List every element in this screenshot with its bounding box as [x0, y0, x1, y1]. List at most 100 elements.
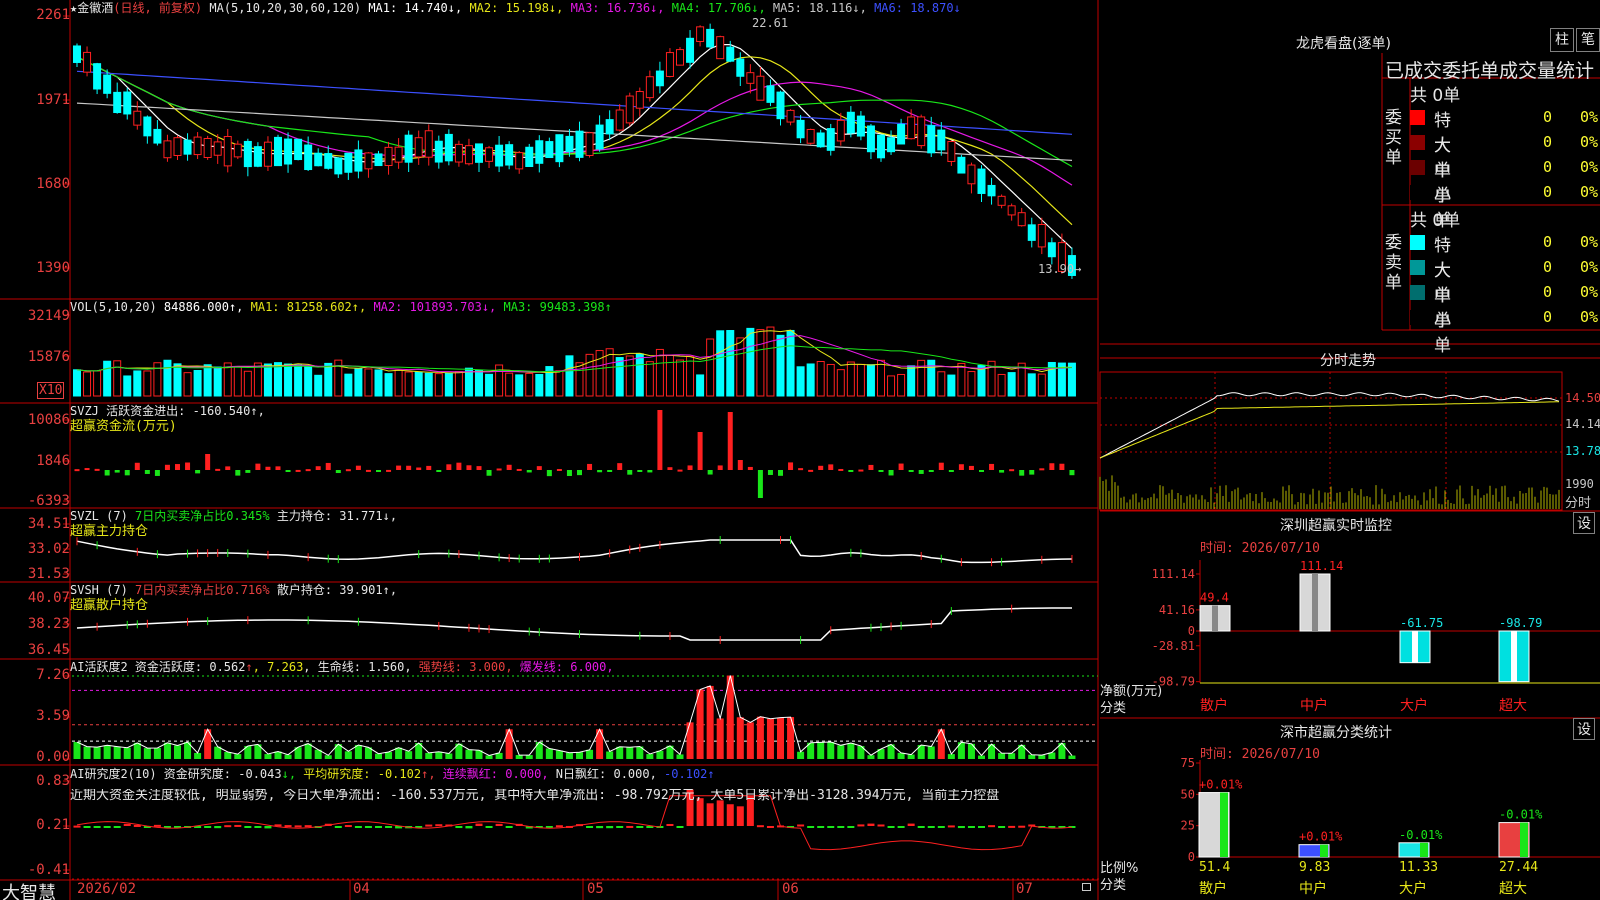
activity-bar: [626, 747, 634, 759]
flow-bar: [426, 465, 432, 470]
activity-bar: [143, 748, 151, 759]
candle-body: [756, 75, 765, 101]
candle-body: [1027, 224, 1036, 241]
classify-category-label: 分类: [1100, 878, 1127, 893]
y-tick: 36.45: [27, 642, 70, 658]
candle-body: [83, 51, 92, 73]
volume-bar: [897, 373, 906, 397]
intraday-y-tick: 13.78: [1565, 444, 1600, 458]
research-bar: [485, 826, 493, 828]
candle-body: [1037, 224, 1046, 248]
monitor-bar-highlight: [1412, 631, 1418, 663]
flow-bar: [808, 469, 814, 472]
order-count: 0: [1543, 108, 1553, 126]
volume-bar: [585, 353, 594, 397]
y-tick: 38.23: [27, 616, 70, 632]
volume-bar: [575, 362, 584, 397]
volume-bar: [676, 359, 684, 397]
monitor-settings-button[interactable]: 设: [1573, 512, 1595, 534]
tick-mode-button[interactable]: 笔: [1576, 28, 1600, 52]
order-count: 0: [1543, 158, 1553, 176]
legend-item: 爆发线: 6.000,: [512, 660, 614, 674]
flow-bar: [697, 432, 703, 470]
sell-side-label: 委卖单: [1385, 233, 1405, 293]
research-bar: [636, 826, 644, 828]
candle-body: [243, 140, 252, 168]
research-bar: [214, 826, 222, 829]
activity-bar: [344, 751, 352, 759]
research-bar: [857, 824, 865, 827]
volume-bar: [706, 338, 715, 397]
candle-body: [284, 138, 293, 165]
activity-bar: [766, 718, 774, 759]
activity-bar: [1028, 754, 1036, 759]
activity-bar: [837, 745, 845, 759]
activity-bar: [817, 742, 825, 759]
activity-bar: [545, 748, 553, 759]
candle-body: [796, 119, 805, 139]
flow-bar: [1009, 469, 1015, 472]
research-bar: [907, 823, 915, 826]
volume-bar: [193, 369, 202, 397]
classify-change-label: -0.01%: [1499, 808, 1543, 822]
research-bar: [807, 826, 815, 828]
ai-active-legend: AI活跃度2 资金活跃度: 0.562↑, 7.263, 生命线: 1.560,…: [70, 660, 614, 674]
flow-bar: [566, 470, 572, 477]
classify-y-tick: 25: [1181, 819, 1195, 833]
order-pct: 0%: [1580, 133, 1599, 151]
volume-bar: [957, 362, 966, 397]
flow-bar: [496, 468, 502, 471]
classify-value-label: 11.33: [1399, 860, 1438, 875]
lock-icon[interactable]: [1082, 883, 1091, 891]
classify-settings-button[interactable]: 设: [1573, 718, 1595, 740]
candle-body: [957, 156, 966, 174]
volume-bar: [816, 360, 825, 397]
volume-bar: [505, 372, 514, 397]
flow-bar: [778, 470, 783, 476]
flow-bar: [406, 465, 412, 470]
candle-body: [314, 152, 323, 167]
candle-body: [454, 143, 463, 163]
flow-bar: [335, 470, 341, 474]
activity-bar: [998, 753, 1006, 759]
flow-bar: [707, 470, 713, 475]
flow-bar: [1039, 468, 1045, 471]
intraday-y-tick: 14.50: [1565, 391, 1600, 405]
volume-bar: [947, 374, 956, 397]
y-tick: -0.41: [27, 862, 70, 878]
svzl-legend: SVZL (7) 7日内买卖净占比0.345% 主力持仓: 31.771↓,: [70, 509, 397, 523]
flow-bar: [225, 466, 231, 470]
y-tick: 7.26: [36, 667, 70, 683]
main-chart-canvas[interactable]: 22.6113.90→111.1441.160-28.81-98.7949.4散…: [0, 0, 1600, 900]
monitor-time: 时间: 2026/07/10: [1200, 541, 1320, 556]
candle-body: [464, 145, 473, 165]
flow-bar: [597, 470, 603, 473]
flow-bar: [888, 470, 894, 476]
flow-bar: [657, 410, 663, 470]
candle-body: [1007, 205, 1016, 216]
research-bar: [596, 826, 604, 829]
volume-bar: [173, 363, 182, 397]
flow-bar: [255, 463, 261, 470]
legend-item: MA(5,10,20,30,60,120): [202, 1, 369, 15]
research-bar: [837, 826, 845, 828]
classify-value-label: 51.4: [1199, 860, 1230, 875]
research-bar: [435, 824, 443, 827]
buy-side-label: 委买单: [1385, 108, 1405, 168]
candle-body: [977, 168, 986, 194]
activity-bar: [515, 755, 523, 759]
activity-bar: [194, 752, 202, 759]
flow-bar: [757, 470, 763, 498]
research-bar: [244, 826, 252, 828]
flow-bar: [144, 470, 150, 474]
research-bar: [676, 826, 684, 828]
candle-body: [1047, 242, 1056, 258]
order-count: 0: [1543, 283, 1553, 301]
volume-bar: [856, 363, 865, 397]
classify-y-tick: 0: [1188, 850, 1195, 864]
flow-bar: [305, 469, 311, 472]
research-bar: [937, 826, 945, 828]
bar-mode-button[interactable]: 柱: [1550, 28, 1574, 52]
volume-bar: [103, 360, 112, 397]
legend-item: AI研究度2(10) 资金研究度: -0.043: [70, 767, 282, 781]
